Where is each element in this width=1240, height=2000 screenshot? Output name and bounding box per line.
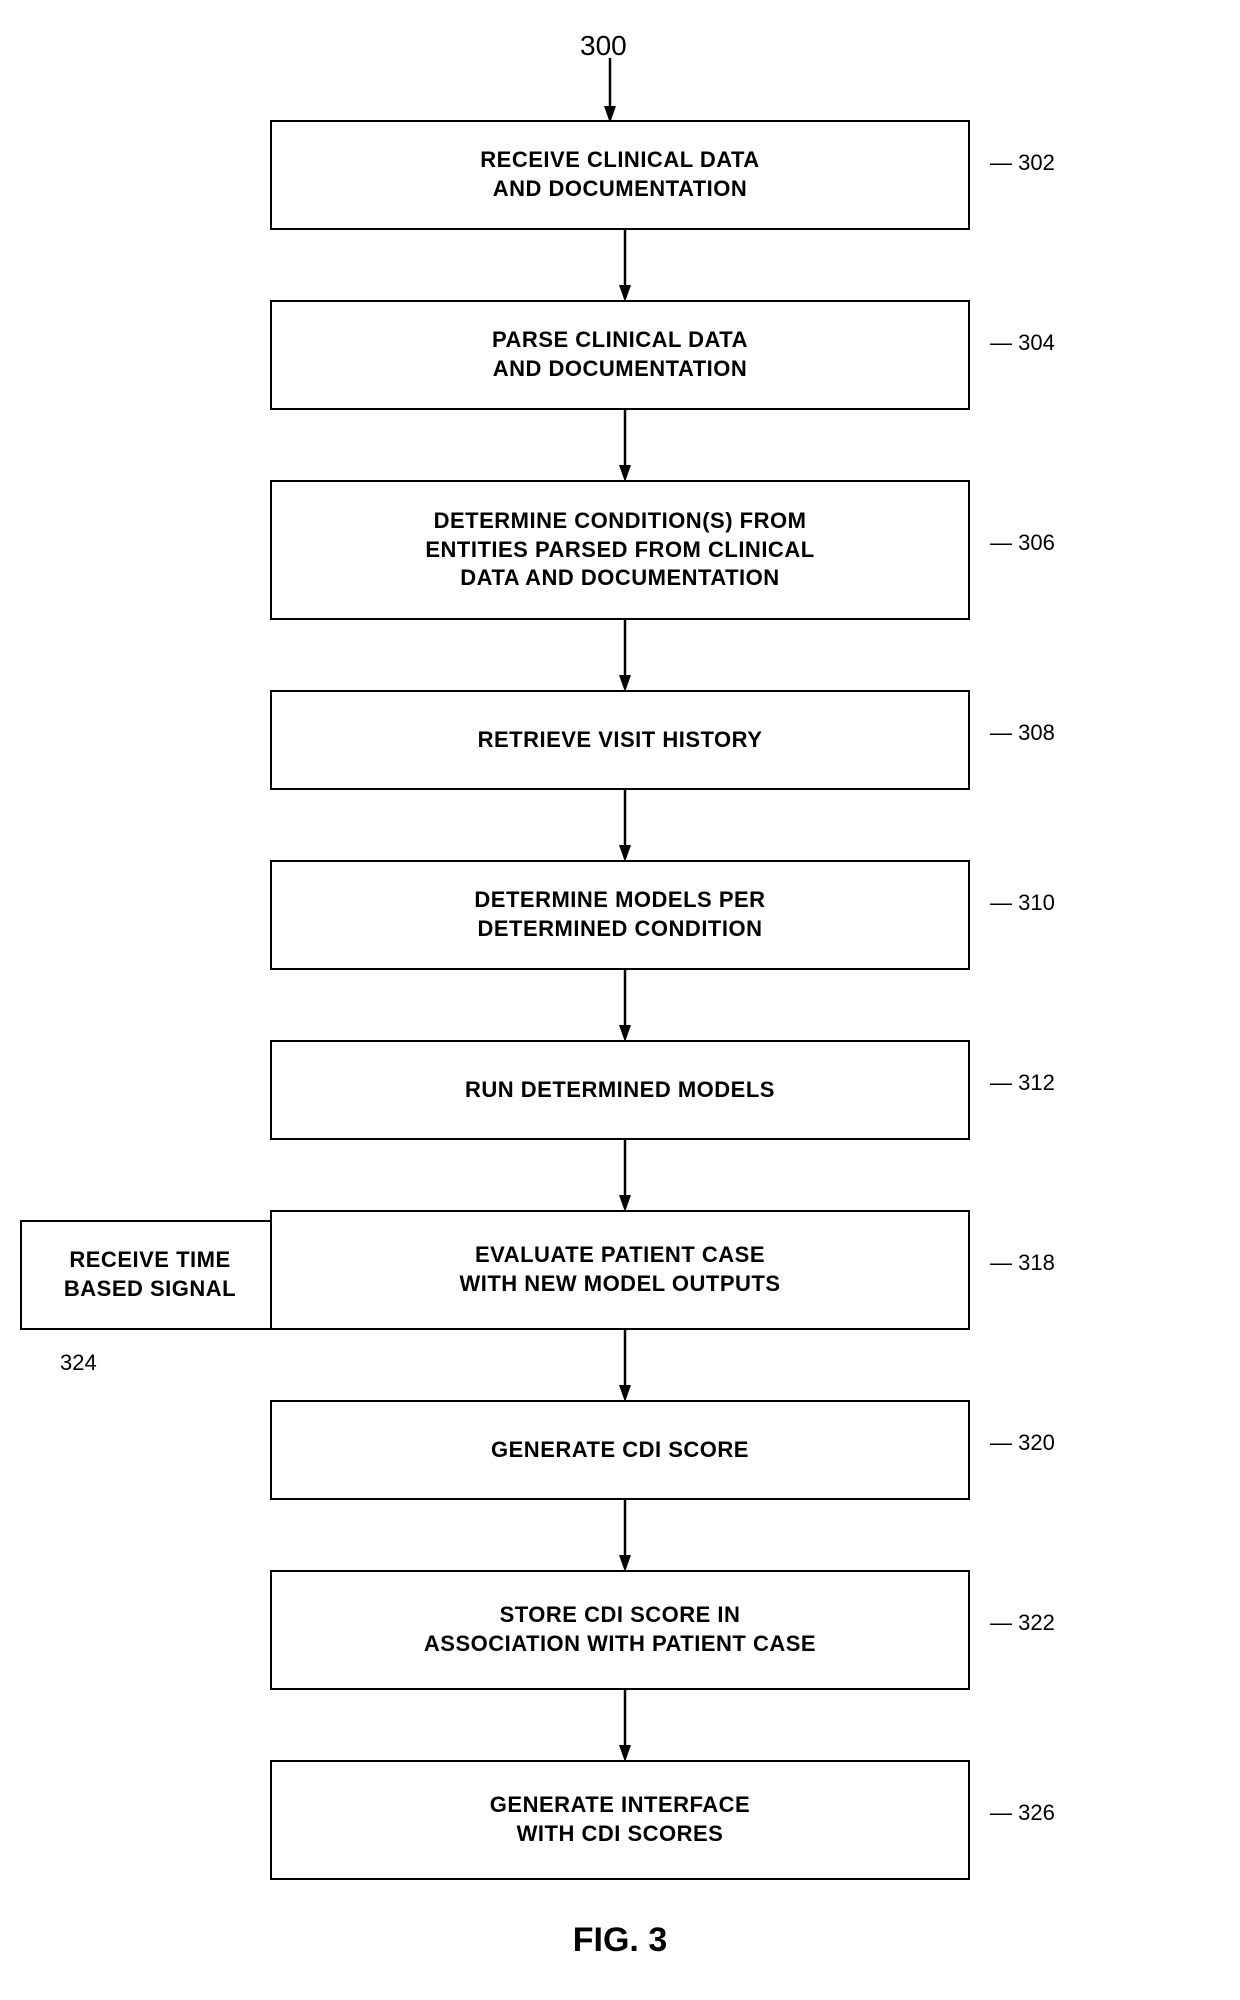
box-326: GENERATE INTERFACE WITH CDI SCORES: [270, 1760, 970, 1880]
arrow-304-306: [610, 410, 640, 485]
box-302: RECEIVE CLINICAL DATA AND DOCUMENTATION: [270, 120, 970, 230]
box-310: DETERMINE MODELS PER DETERMINED CONDITIO…: [270, 860, 970, 970]
box-322: STORE CDI SCORE IN ASSOCIATION WITH PATI…: [270, 1570, 970, 1690]
arrow-320-322: [610, 1500, 640, 1575]
ref-306: — 306: [990, 530, 1055, 556]
arrow-308-310: [610, 790, 640, 865]
arrow-310-312: [610, 970, 640, 1045]
box-318: EVALUATE PATIENT CASE WITH NEW MODEL OUT…: [270, 1210, 970, 1330]
ref-308: — 308: [990, 720, 1055, 746]
box-308: RETRIEVE VISIT HISTORY: [270, 690, 970, 790]
arrow-322-326: [610, 1690, 640, 1765]
ref-322: — 322: [990, 1610, 1055, 1636]
box-312: RUN DETERMINED MODELS: [270, 1040, 970, 1140]
arrow-306-308: [610, 620, 640, 695]
top-entry-arrow: [590, 58, 630, 128]
ref-318: — 318: [990, 1250, 1055, 1276]
ref-310: — 310: [990, 890, 1055, 916]
ref-320: — 320: [990, 1430, 1055, 1456]
box-324: RECEIVE TIME BASED SIGNAL: [20, 1220, 280, 1330]
box-306: DETERMINE CONDITION(S) FROM ENTITIES PAR…: [270, 480, 970, 620]
ref-324: 324: [60, 1350, 97, 1376]
arrow-302-304: [610, 230, 640, 305]
arrow-312-318: [610, 1140, 640, 1215]
box-304: PARSE CLINICAL DATA AND DOCUMENTATION: [270, 300, 970, 410]
box-320: GENERATE CDI SCORE: [270, 1400, 970, 1500]
ref-312: — 312: [990, 1070, 1055, 1096]
diagram-container: 300 RECEIVE CLINICAL DATA AND DOCUMENTAT…: [0, 0, 1240, 2000]
ref-326: — 326: [990, 1800, 1055, 1826]
ref-302: — 302: [990, 150, 1055, 176]
fig-caption: FIG. 3: [0, 1921, 1240, 1960]
ref-304: — 304: [990, 330, 1055, 356]
arrow-318-320: [610, 1330, 640, 1405]
